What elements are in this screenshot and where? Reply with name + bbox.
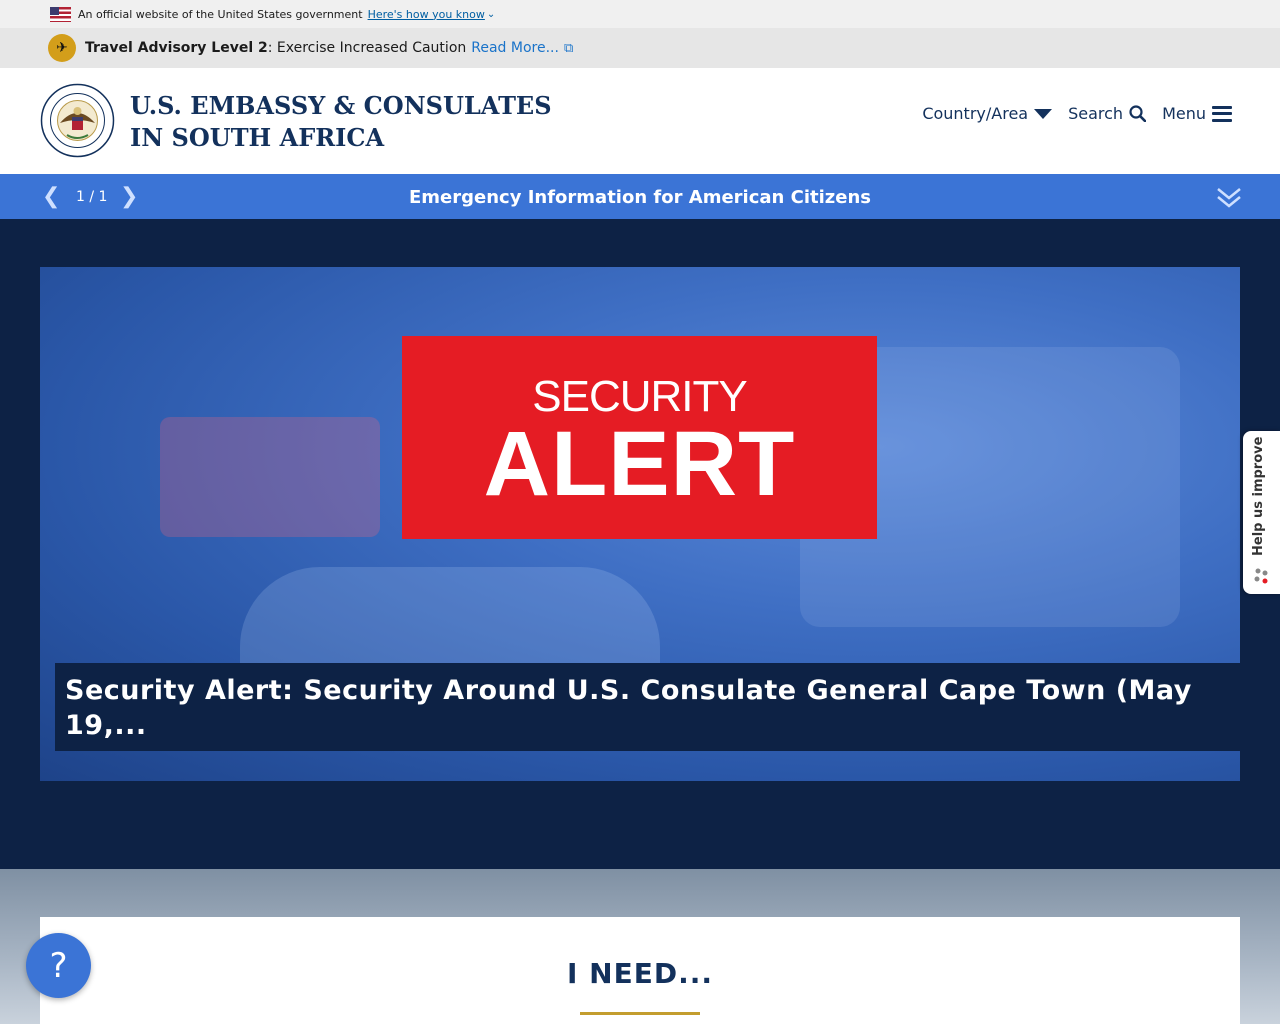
menu-button[interactable]: Menu bbox=[1162, 104, 1232, 123]
security-alert-graphic: SECURITY ALERT bbox=[402, 336, 877, 539]
i-need-card: I NEED... bbox=[40, 917, 1240, 1024]
search-button[interactable]: Search bbox=[1068, 104, 1147, 123]
header-nav: Country/Area Search Menu bbox=[922, 104, 1232, 123]
site-title-line1: U.S. EMBASSY & CONSULATES bbox=[130, 91, 552, 120]
external-link-icon[interactable]: ⧉ bbox=[564, 41, 573, 56]
advisory-level: Travel Advisory Level 2 bbox=[85, 40, 268, 56]
feedback-label: Help us improve bbox=[1251, 436, 1266, 556]
help-button[interactable]: ? bbox=[26, 933, 91, 998]
i-need-title: I NEED... bbox=[566, 957, 713, 990]
caret-down-icon bbox=[1034, 108, 1053, 119]
site-header: U.S. EMBASSY & CONSULATES IN SOUTH AFRIC… bbox=[0, 68, 1280, 174]
chevron-down-icon[interactable]: ⌄ bbox=[487, 9, 495, 20]
gov-banner: An official website of the United States… bbox=[0, 0, 1280, 28]
site-title[interactable]: U.S. EMBASSY & CONSULATES IN SOUTH AFRIC… bbox=[130, 90, 552, 154]
travel-advisory-bar: ✈ Travel Advisory Level 2 : Exercise Inc… bbox=[0, 28, 1280, 68]
feedback-tab[interactable]: Help us improve bbox=[1243, 431, 1280, 594]
hero-caption-link[interactable]: Security Alert: Security Around U.S. Con… bbox=[65, 675, 1192, 741]
title-divider bbox=[580, 1012, 700, 1015]
feedback-logo-icon bbox=[1254, 568, 1268, 584]
us-flag-icon bbox=[50, 6, 71, 22]
alert-graphic-big-text: ALERT bbox=[483, 413, 796, 515]
country-area-dropdown[interactable]: Country/Area bbox=[922, 104, 1053, 123]
hamburger-icon bbox=[1212, 105, 1232, 122]
hero-slide[interactable]: SECURITY ALERT Security Alert: Security … bbox=[40, 267, 1240, 781]
advisory-read-more-link[interactable]: Read More... bbox=[471, 40, 559, 56]
country-area-label: Country/Area bbox=[922, 104, 1029, 123]
double-chevron-down-icon[interactable] bbox=[1216, 186, 1242, 210]
gov-banner-text: An official website of the United States… bbox=[78, 7, 363, 21]
search-label: Search bbox=[1068, 104, 1124, 123]
menu-label: Menu bbox=[1162, 104, 1206, 123]
heres-how-you-know-link[interactable]: Here's how you know bbox=[368, 8, 485, 21]
question-mark-icon: ? bbox=[49, 945, 68, 986]
emergency-title[interactable]: Emergency Information for American Citiz… bbox=[0, 187, 1280, 208]
hero-background-image bbox=[160, 417, 380, 537]
hero-caption-line1: Security Alert: Security Around U.S. Con… bbox=[65, 675, 1192, 706]
hero-caption: Security Alert: Security Around U.S. Con… bbox=[55, 663, 1240, 751]
embassy-seal-icon[interactable] bbox=[40, 83, 115, 158]
emergency-info-bar: ❮ 1 / 1 ❯ Emergency Information for Amer… bbox=[0, 174, 1280, 219]
hero-caption-line2: 19,... bbox=[65, 710, 147, 741]
search-icon bbox=[1129, 105, 1147, 122]
site-title-line2: IN SOUTH AFRICA bbox=[130, 123, 385, 152]
plane-pin-icon: ✈ bbox=[48, 34, 76, 62]
advisory-text: : Exercise Increased Caution bbox=[267, 40, 467, 56]
